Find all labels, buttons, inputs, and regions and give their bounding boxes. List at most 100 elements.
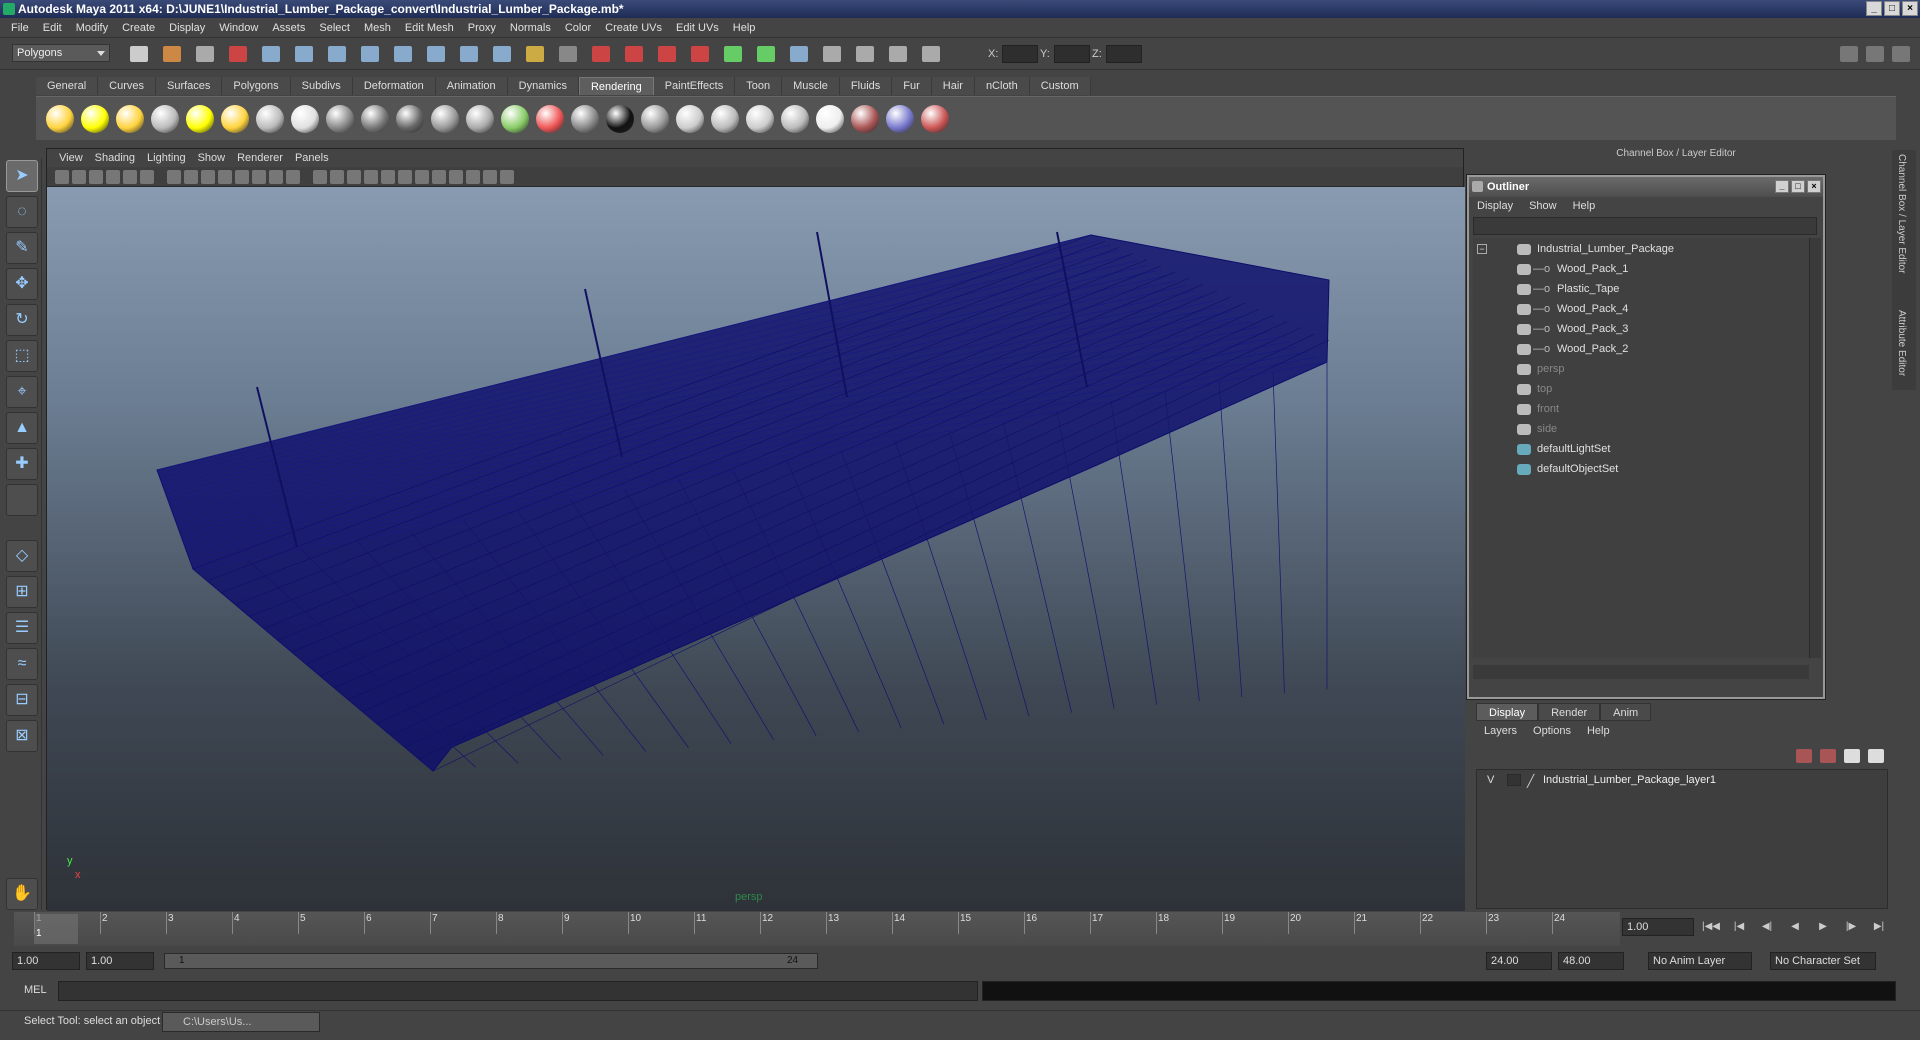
layer-options-icon[interactable] [1844, 749, 1860, 763]
shelf-tab-fluids[interactable]: Fluids [839, 77, 893, 95]
viewport-menu-renderer[interactable]: Renderer [231, 152, 289, 164]
status-tool-22-icon[interactable] [823, 46, 841, 62]
layered-shader-icon[interactable] [466, 105, 494, 133]
paint-texture-icon[interactable] [886, 105, 914, 133]
outliner-item[interactable]: —o Wood_Pack_4 [1473, 300, 1809, 318]
layer-template-toggle[interactable] [1507, 774, 1521, 786]
outliner-item[interactable]: defaultObjectSet [1473, 460, 1809, 478]
step-forward-frame-icon[interactable]: |▶ [1840, 918, 1862, 936]
spot-light-icon[interactable] [151, 105, 179, 133]
status-tool-20-icon[interactable] [757, 46, 775, 62]
viewport-toolbar-11-icon[interactable] [235, 170, 249, 184]
blinn-sphere-icon[interactable] [291, 105, 319, 133]
play-forwards-icon[interactable]: ▶ [1812, 918, 1834, 936]
select-tool-icon[interactable]: ➤ [6, 160, 38, 192]
menu-file[interactable]: File [4, 22, 36, 34]
viewport-toolbar-26-icon[interactable] [500, 170, 514, 184]
shelf-tab-animation[interactable]: Animation [435, 77, 508, 95]
outliner-menu-show[interactable]: Show [1529, 200, 1573, 212]
shelf-tab-toon[interactable]: Toon [735, 77, 783, 95]
layer-menu-layers[interactable]: Layers [1484, 725, 1533, 737]
viewport-toolbar-2-icon[interactable] [72, 170, 86, 184]
shelf-tab-surfaces[interactable]: Surfaces [155, 77, 223, 95]
menu-proxy[interactable]: Proxy [461, 22, 503, 34]
menu-window[interactable]: Window [212, 22, 265, 34]
tool-settings-icon[interactable] [1892, 46, 1910, 62]
layer-color-icon[interactable]: ╱ [1527, 774, 1534, 788]
layer-menu-help[interactable]: Help [1587, 725, 1626, 737]
menu-edit[interactable]: Edit [36, 22, 69, 34]
status-tool-11-icon[interactable] [460, 46, 478, 62]
viewport-toolbar-16-icon[interactable] [330, 170, 344, 184]
shelf-tab-fur[interactable]: Fur [892, 77, 932, 95]
surface-shader-icon[interactable] [536, 105, 564, 133]
shelf-tab-curves[interactable]: Curves [98, 77, 156, 95]
menu-edit-uvs[interactable]: Edit UVs [669, 22, 726, 34]
menu-help[interactable]: Help [726, 22, 763, 34]
rotate-tool-icon[interactable]: ↻ [6, 304, 38, 336]
status-tool-3-icon[interactable] [196, 46, 214, 62]
status-tool-7-icon[interactable] [328, 46, 346, 62]
layer-menu-options[interactable]: Options [1533, 725, 1587, 737]
menu-select[interactable]: Select [312, 22, 357, 34]
render-view-icon[interactable] [676, 105, 704, 133]
outliner-persp-layout-icon[interactable]: ☰ [6, 612, 38, 644]
layer-tab-anim[interactable]: Anim [1600, 703, 1652, 721]
range-slider[interactable]: 1 24 [164, 953, 818, 969]
mel-label[interactable]: MEL [24, 984, 47, 996]
soft-modification-icon[interactable]: ▲ [6, 412, 38, 444]
outliner-item[interactable]: defaultLightSet [1473, 440, 1809, 458]
viewport-toolbar-12-icon[interactable] [252, 170, 266, 184]
viewport-toolbar-13-icon[interactable] [269, 170, 283, 184]
character-set-dropdown[interactable]: No Character Set [1770, 952, 1876, 970]
viewport-menu-lighting[interactable]: Lighting [141, 152, 192, 164]
status-tool-21-icon[interactable] [790, 46, 808, 62]
viewport-toolbar-1-icon[interactable] [55, 170, 69, 184]
viewport-toolbar-4-icon[interactable] [106, 170, 120, 184]
outliner-item[interactable]: —o Wood_Pack_1 [1473, 260, 1809, 278]
phonge-sphere-icon[interactable] [396, 105, 424, 133]
shelf-tab-hair[interactable]: Hair [931, 77, 975, 95]
status-tool-18-icon[interactable] [691, 46, 709, 62]
status-tool-17-icon[interactable] [658, 46, 676, 62]
playback-start-field[interactable]: 1.00 [86, 952, 154, 970]
hypershade-persp-layout-icon[interactable]: ⊟ [6, 684, 38, 716]
viewport-toolbar-22-icon[interactable] [432, 170, 446, 184]
paint-select-tool-icon[interactable]: ✎ [6, 232, 38, 264]
outliner-filter-field[interactable] [1473, 217, 1817, 235]
shelf-tab-rendering[interactable]: Rendering [578, 77, 654, 95]
layer-tab-display[interactable]: Display [1476, 703, 1539, 721]
minimize-button[interactable]: _ [1866, 1, 1882, 16]
status-tool-24-icon[interactable] [889, 46, 907, 62]
outliner-item[interactable]: front [1473, 400, 1809, 418]
shelf-tab-custom[interactable]: Custom [1029, 77, 1091, 95]
layer-row[interactable]: V ╱ Industrial_Lumber_Package_layer1 [1476, 769, 1888, 909]
panel-layout-icon[interactable] [1840, 46, 1858, 62]
minimized-window-button[interactable]: C:\Users\Us... [162, 1012, 320, 1032]
new-layer-icon[interactable] [1796, 749, 1812, 763]
status-tool-14-icon[interactable] [559, 46, 577, 62]
viewport-toolbar-6-icon[interactable] [140, 170, 154, 184]
step-back-frame-icon[interactable]: ◀| [1756, 918, 1778, 936]
viewport-menu-show[interactable]: Show [192, 152, 232, 164]
animation-end-field[interactable]: 48.00 [1558, 952, 1624, 970]
viewport-toolbar-14-icon[interactable] [286, 170, 300, 184]
outliner-title-bar[interactable]: Outliner _ □ × [1469, 177, 1823, 197]
status-tool-16-icon[interactable] [625, 46, 643, 62]
status-tool-6-icon[interactable] [295, 46, 313, 62]
last-tool-icon[interactable] [6, 484, 38, 516]
use-background-icon[interactable] [571, 105, 599, 133]
lumber-package-wireframe[interactable] [47, 187, 1465, 911]
step-forward-key-icon[interactable]: ▶| [1868, 918, 1890, 936]
lasso-tool-icon[interactable]: ◌ [6, 196, 38, 228]
area-light-icon[interactable] [186, 105, 214, 133]
layer-tab-render[interactable]: Render [1538, 703, 1601, 721]
status-tool-8-icon[interactable] [361, 46, 379, 62]
universal-manipulator-icon[interactable]: ⌖ [6, 376, 38, 408]
close-button[interactable]: × [1902, 1, 1918, 16]
viewport-toolbar-9-icon[interactable] [201, 170, 215, 184]
layer-visibility-toggle[interactable]: V [1487, 774, 1494, 786]
go-to-start-icon[interactable]: |◀◀ [1700, 918, 1722, 936]
shelf-tab-muscle[interactable]: Muscle [782, 77, 840, 95]
x-coordinate-field[interactable] [1002, 45, 1038, 63]
